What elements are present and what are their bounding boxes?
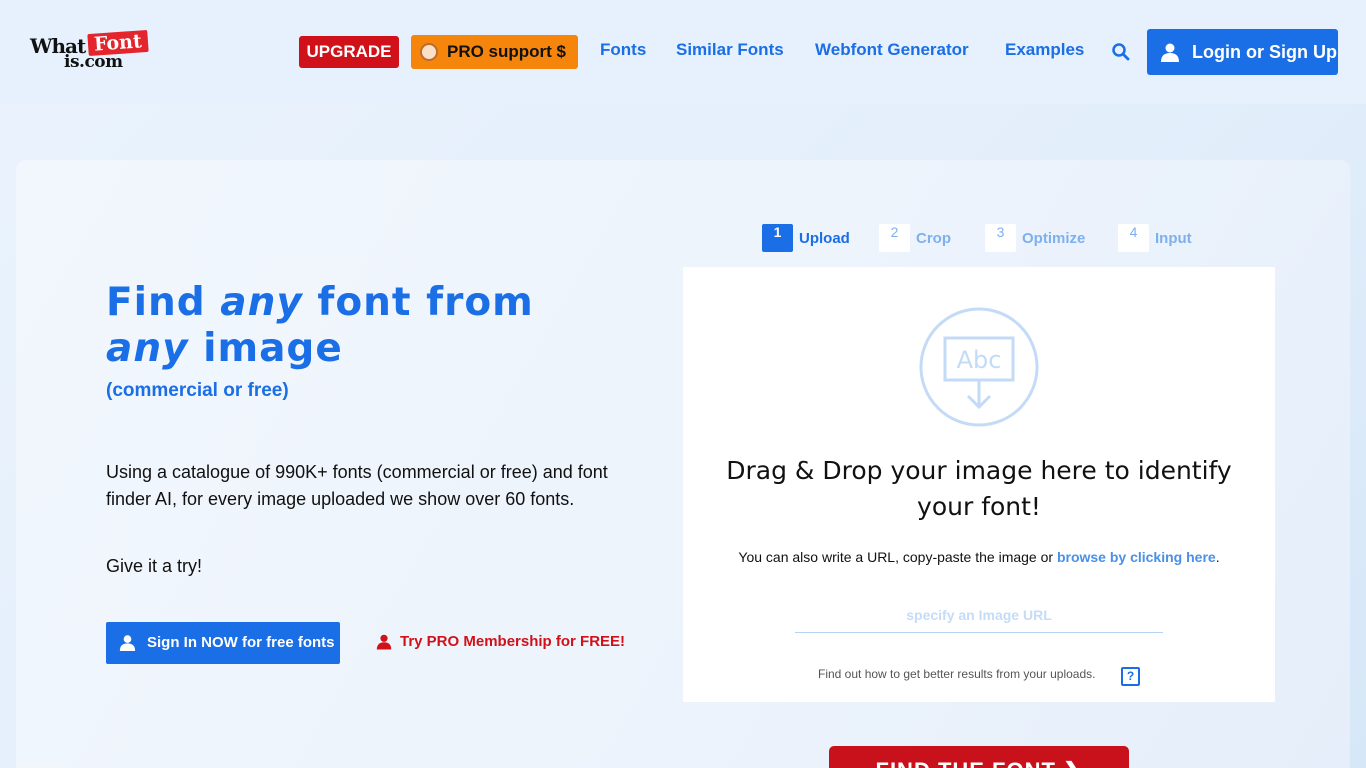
search-icon[interactable] [1111,42,1131,62]
step-number: 1 [762,224,793,252]
description-text: Using a catalogue of 990K+ fonts (commer… [106,462,608,509]
pro-support-button[interactable]: PRO support $ [411,35,578,69]
page-subtitle: (commercial or free) [106,380,289,401]
step-number: 4 [1118,224,1149,252]
step-number: 3 [985,224,1016,252]
sign-in-label: Sign In NOW for free fonts [147,634,335,651]
nav-webfont-generator[interactable]: Webfont Generator [815,40,969,60]
login-label: Login or Sign Up [1192,42,1337,62]
login-signup-button[interactable]: Login or Sign Up [1147,29,1338,75]
nav-fonts[interactable]: Fonts [600,40,646,60]
user-icon [376,634,392,650]
nav-examples[interactable]: Examples [1005,40,1084,60]
try-pro-link[interactable]: Try PRO Membership for FREE! [376,633,625,650]
results-hint: Find out how to get better results from … [818,667,1096,681]
upload-dropzone[interactable]: Abc Drag & Drop your image here to ident… [683,267,1275,702]
step-optimize[interactable]: 3 Optimize [985,224,1085,252]
image-url-input[interactable] [795,597,1163,633]
site-logo[interactable]: What Font is.com [30,29,149,74]
step-input[interactable]: 4 Input [1118,224,1192,252]
site-header: What Font is.com UPGRADE PRO support $ F… [0,0,1366,104]
nav-similar-fonts[interactable]: Similar Fonts [676,40,784,60]
help-button[interactable]: ? [1121,667,1140,686]
upgrade-button[interactable]: UPGRADE [299,36,399,68]
svg-text:Abc: Abc [957,346,1002,374]
user-icon [119,635,136,651]
pro-support-label: PRO support $ [447,42,567,61]
user-icon [1161,43,1179,62]
step-label: Upload [799,229,850,247]
step-label: Optimize [1022,229,1086,247]
abc-download-icon: Abc [919,307,1039,427]
step-label: Crop [916,229,951,247]
browse-link[interactable]: browse by clicking here [1057,549,1216,565]
avatar [420,43,438,61]
page-title: Find any font from any image [106,280,534,371]
dropzone-subtext: You can also write a URL, copy-paste the… [738,549,1220,565]
step-label: Input [1155,229,1192,247]
try-pro-label: Try PRO Membership for FREE! [400,633,626,650]
try-text: Give it a try! [106,556,203,576]
step-upload[interactable]: 1 Upload [762,224,850,252]
step-crop[interactable]: 2 Crop [879,224,951,252]
logo-iscom: is.com [64,52,123,72]
find-font-button[interactable]: FIND THE FONT ❯ [829,746,1129,768]
dropzone-title: Drag & Drop your image here to identify … [726,456,1232,521]
sign-in-button[interactable]: Sign In NOW for free fonts [106,622,340,664]
step-number: 2 [879,224,910,252]
